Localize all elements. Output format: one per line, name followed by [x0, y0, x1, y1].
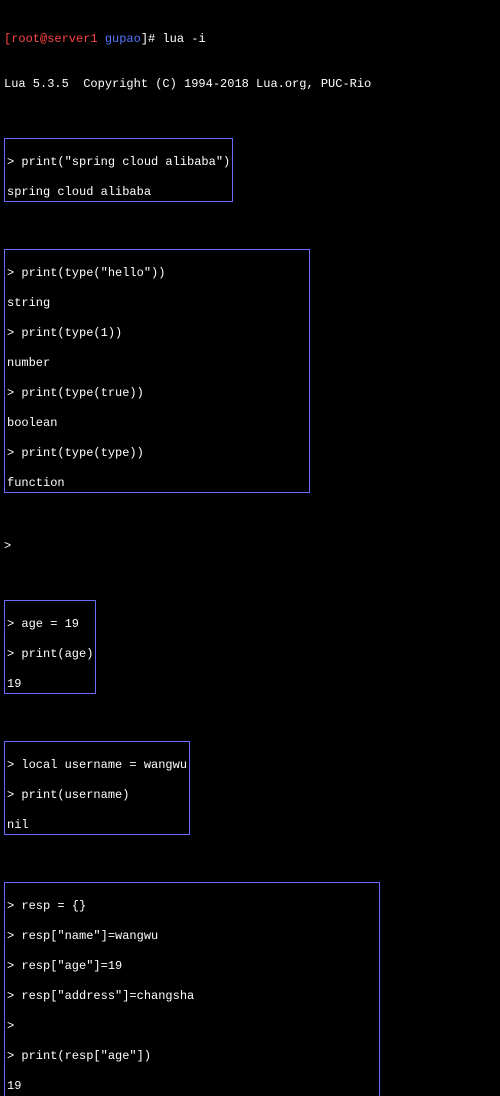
- repl-input: > local username = wangwu: [7, 758, 187, 773]
- repl-input: > print(type(type)): [7, 446, 307, 461]
- lua-banner: Lua 5.3.5 Copyright (C) 1994-2018 Lua.or…: [4, 77, 496, 92]
- example-block-3: > age = 19 > print(age) 19: [4, 600, 96, 694]
- repl-output: 19: [7, 677, 93, 692]
- example-block-1: > print("spring cloud alibaba") spring c…: [4, 138, 233, 202]
- example-block-5: > resp = {} > resp["name"]=wangwu > resp…: [4, 882, 380, 1096]
- repl-output: string: [7, 296, 307, 311]
- repl-output: spring cloud alibaba: [7, 185, 230, 200]
- repl-input: > print(type("hello")): [7, 266, 307, 281]
- repl-prompt-empty: >: [7, 1019, 377, 1034]
- example-block-4: > local username = wangwu > print(userna…: [4, 741, 190, 835]
- repl-input: > age = 19: [7, 617, 93, 632]
- repl-input: > resp["age"]=19: [7, 959, 377, 974]
- repl-input: > print(username): [7, 788, 187, 803]
- repl-output: nil: [7, 818, 187, 833]
- repl-input: > print(type(true)): [7, 386, 307, 401]
- repl-input: > resp["name"]=wangwu: [7, 929, 377, 944]
- repl-input: > print(type(1)): [7, 326, 307, 341]
- repl-input: > print(resp["age"]): [7, 1049, 377, 1064]
- shell-prompt-line: [root@server1 gupao]# lua -i: [4, 32, 496, 47]
- shell-command: lua -i: [162, 32, 205, 46]
- prompt-path: gupao: [105, 32, 141, 46]
- repl-output: boolean: [7, 416, 307, 431]
- repl-input: > print("spring cloud alibaba"): [7, 155, 230, 170]
- repl-prompt-empty: >: [4, 539, 496, 554]
- repl-output: function: [7, 476, 307, 491]
- repl-input: > print(age): [7, 647, 93, 662]
- repl-output: number: [7, 356, 307, 371]
- repl-input: > resp = {}: [7, 899, 377, 914]
- prompt-end: ]#: [141, 32, 163, 46]
- prompt-host: [root@server1: [4, 32, 105, 46]
- terminal[interactable]: [root@server1 gupao]# lua -i Lua 5.3.5 C…: [0, 0, 500, 1096]
- repl-output: 19: [7, 1079, 377, 1094]
- example-block-2: > print(type("hello")) string > print(ty…: [4, 249, 310, 493]
- repl-input: > resp["address"]=changsha: [7, 989, 377, 1004]
